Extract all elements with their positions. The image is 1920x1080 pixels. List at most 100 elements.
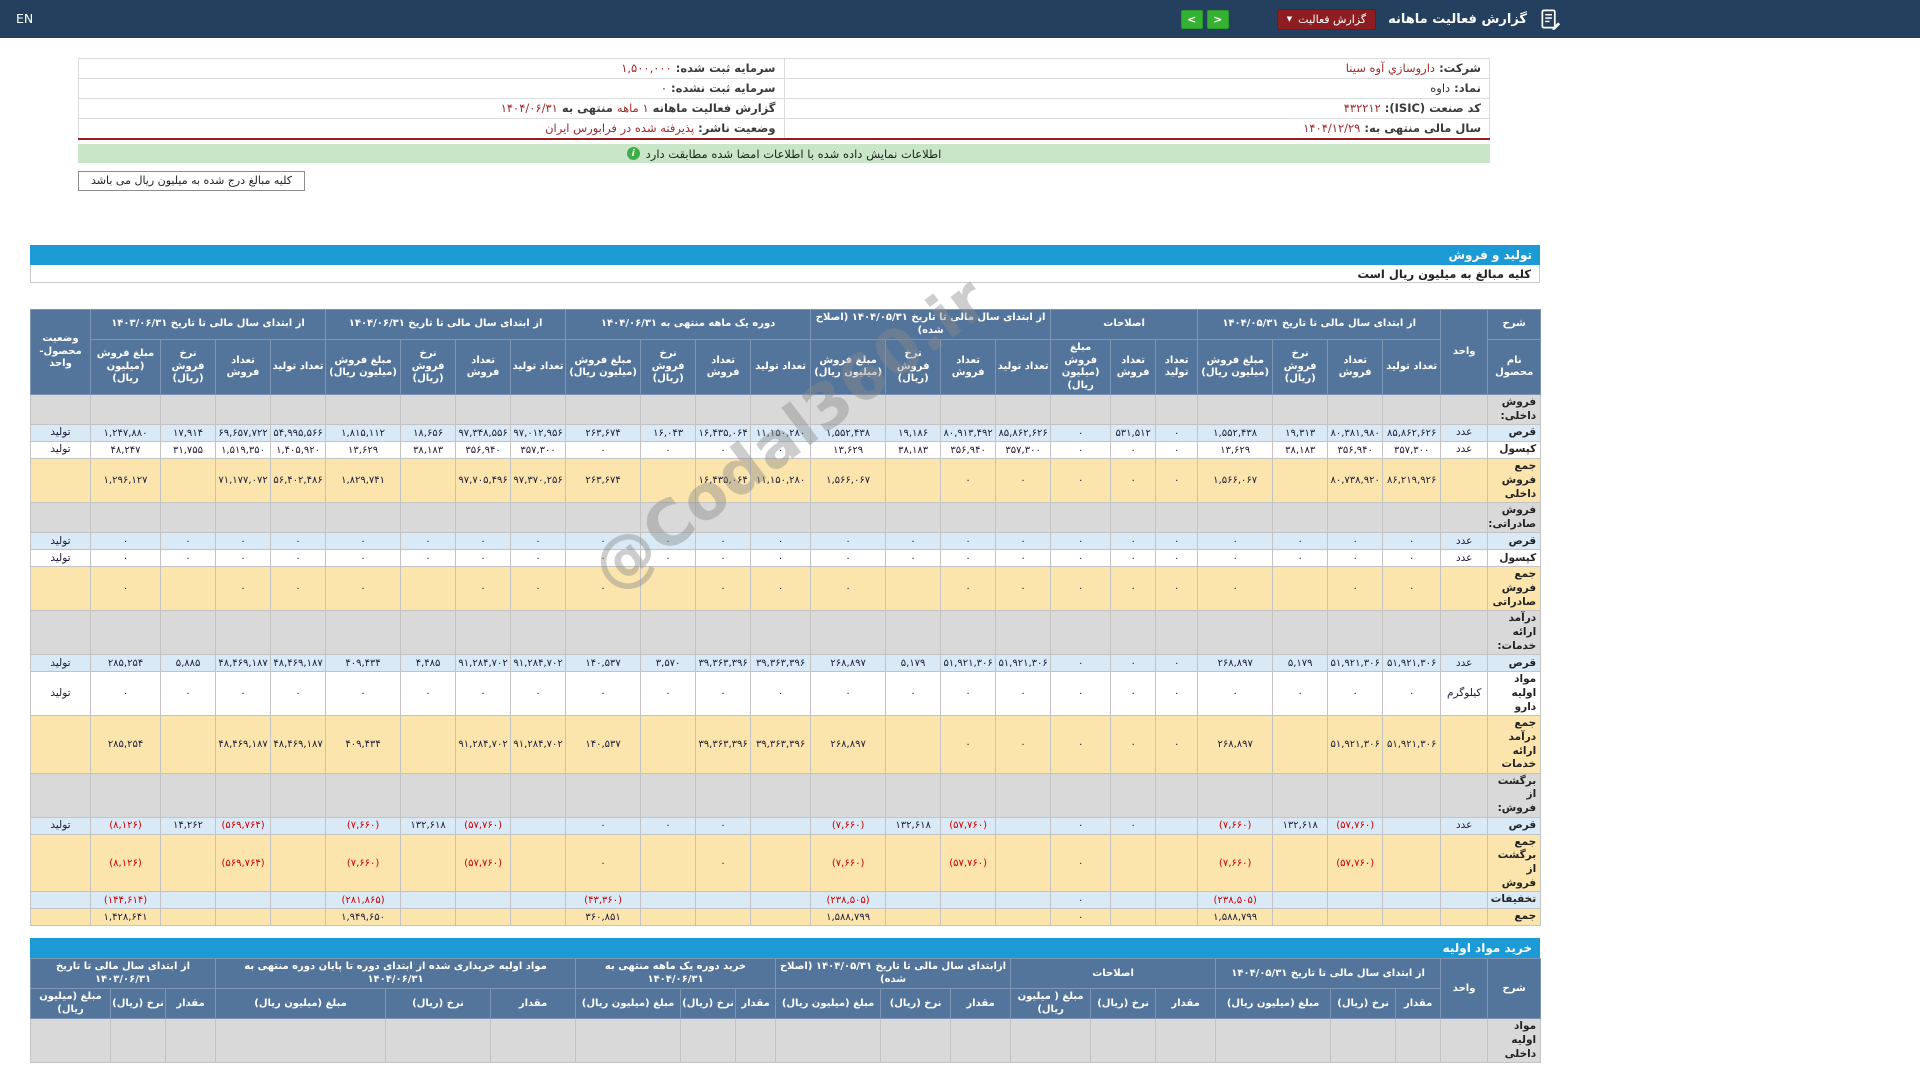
report-body: تولید و فروش کلیه مبالغ به میلیون ریال ا… [29,245,1542,1064]
cell: ۱۸,۶۵۶ [400,424,457,443]
cell [215,1018,387,1064]
column-group-header: اصلاحات [1050,309,1199,340]
cell [160,458,217,504]
cell [455,772,512,818]
cell [640,610,697,656]
cell [1440,1018,1489,1064]
unit-cell [1440,566,1489,612]
company-info-cell: سرمایه ثبت شده: ۱,۵۰۰,۰۰۰ [78,58,785,79]
info-label: کد صنعت (ISIC): [1380,101,1481,115]
info-label: سال مالی منتهی به: [1360,121,1481,135]
column-group-header: ازابتدای سال مالی تا تاریخ ۱۴۰۴/۰۵/۳۱ (ا… [775,958,1012,990]
column-subheader: مبلغ فروش (میلیون ریال) [89,339,162,395]
column-subheader: نرخ فروش (ریال) [640,339,697,395]
cell: ۰ [1197,549,1274,568]
column-subheader: مقدار [165,988,217,1020]
cell: ۰ [1155,458,1199,504]
table-row: درآمد ارائه خدمات: [30,610,1542,656]
cell [940,610,997,656]
cell: ۱۶,۴۳۵,۰۶۴ [695,424,752,443]
cell [1382,908,1442,927]
cell [215,891,272,910]
cell [565,772,642,818]
next-report-button[interactable]: > [1206,9,1229,29]
production-table-mount-grid: شرح واحد از ابتدای سال مالی تا تاریخ ۱۴۰۴/… [30,309,1542,927]
previous-report-button[interactable]: < [1180,9,1203,29]
cell [695,891,752,910]
cell: ۰ [1197,566,1274,612]
cell [885,393,942,426]
column-group-header: خرید دوره یک ماهه منتهی به ۱۴۰۴/۰۶/۳۱ [575,958,777,990]
column-subheader: مقدار [1395,988,1442,1020]
company-info-table: شرکت: داروسازي آوه سينا سرمایه ثبت شده: ۱… [78,58,1490,140]
cell [510,772,567,818]
cell: ۰ [89,671,162,717]
language-toggle[interactable]: EN [16,11,33,26]
cell [750,393,812,426]
cell [640,502,697,534]
column-header-status: وضعیت محصول-واحد [30,309,91,395]
cell [1155,610,1199,656]
cell [30,393,91,426]
cell: ۰ [270,671,327,717]
cell [160,833,217,893]
cell [1050,393,1112,426]
cell: ۰ [400,549,457,568]
cell: ۰ [940,715,997,774]
report-clipboard-icon[interactable] [1539,8,1562,31]
company-info-cell: کد صنعت (ISIC): ۴۳۲۲۱۲ [783,98,1490,119]
cell: ۴۸,۴۶۹,۱۸۷ [270,715,327,774]
navbar-actions: < > گزارش فعالیت ▼ گزارش فعالیت ماهانه [1180,0,1562,38]
row-label: قرص [1487,424,1542,443]
cell: ۱,۸۲۹,۷۴۱ [325,458,402,504]
status-cell [30,715,91,774]
cell: ۰ [160,671,217,717]
cell: ۰ [640,441,697,460]
cell [1110,393,1157,426]
cell [640,833,697,893]
table-row: قرص عدد ۵۱,۹۲۱,۳۰۶ ۵۱,۹۲۱,۳۰۶ ۵,۱۷۹ ۲۶۸,۸۹۷ ۰ ۰… [30,654,1542,673]
cell: ۰ [695,816,752,835]
cell: ۳۶۰,۸۵۱ [565,908,642,927]
unit-cell: کیلوگرم [1440,671,1489,717]
cell [640,891,697,910]
row-label: جمع درآمد ارائه خدمات [1487,715,1542,774]
cell [695,502,752,534]
cell: ۴۰۹,۴۳۴ [325,654,402,673]
table-row: قرص عدد (۵۷,۷۶۰) ۱۳۲,۶۱۸ (۷,۶۶۰) ۰ ۰ (۵۷,۷۶۰) ۱۳… [30,816,1542,835]
cell: ۰ [750,441,812,460]
cell [160,566,217,612]
cell [995,772,1052,818]
cell [1382,891,1442,910]
cell: ۳۸,۱۸۳ [400,441,457,460]
cell: ۲۶۸,۸۹۷ [1197,715,1274,774]
report-type-dropdown[interactable]: گزارش فعالیت ▼ [1276,8,1377,30]
cell [89,772,162,818]
info-value: ۱ ماهه [616,101,649,115]
column-group-header: از ابتدای سال مالی تا تاریخ ۱۴۰۴/۰۶/۳۱ [325,309,567,340]
status-cell: تولید [30,671,91,717]
cell: ۰ [1197,532,1274,551]
cell: ۵۱,۹۲۱,۳۰۶ [1382,715,1442,774]
cell: ۰ [270,566,327,612]
column-subheader: نرخ (ریال) [680,988,737,1020]
table-row: مواد اولیه دارو کیلوگرم ۰ ۰ ۰ ۰ ۰ ۰ ۰ ۰ ۰ ۰ ۰ ۰ ۰ ۰ ۰ ۰ ۰ ۰… [30,671,1542,717]
cell: ۰ [1155,715,1199,774]
cell: ۰ [940,458,997,504]
cell: ۰ [89,532,162,551]
cell [775,1018,882,1064]
cell [510,610,567,656]
cell [1050,610,1112,656]
cell [455,610,512,656]
cell [640,715,697,774]
cell [1050,772,1112,818]
cell: ۰ [215,549,272,568]
cell [1110,891,1157,910]
cell: ۰ [1050,671,1112,717]
cell [1155,772,1199,818]
unit-cell: عدد [1440,441,1489,460]
cell [695,393,752,426]
info-value: پذیرفته شده در فرابورس ایران [545,121,695,135]
cell: (۵۷,۷۶۰) [455,833,512,893]
cell [1110,833,1157,893]
